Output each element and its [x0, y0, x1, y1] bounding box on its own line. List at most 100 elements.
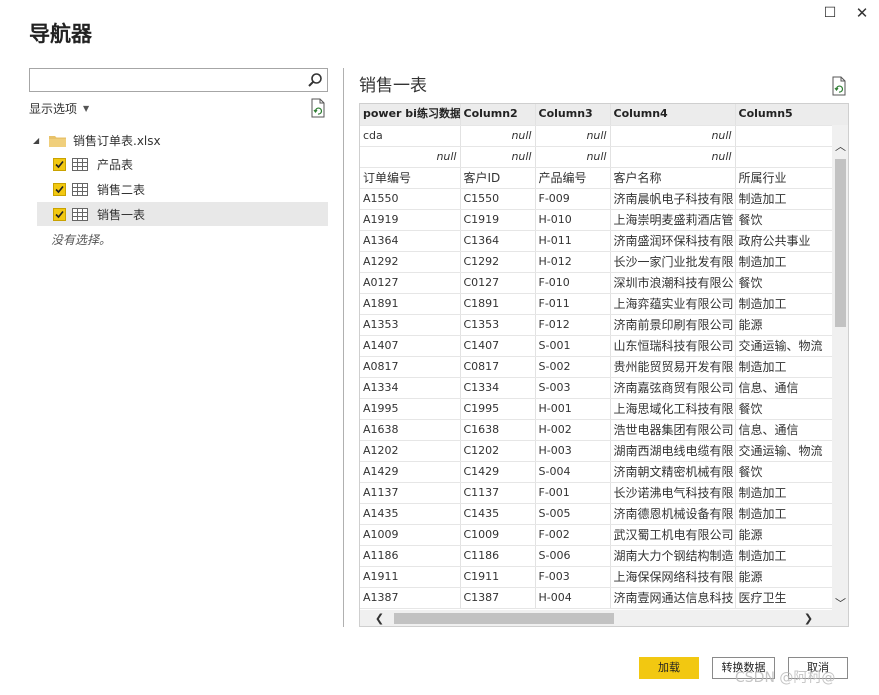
- tree-item-label: 销售一表: [97, 207, 146, 222]
- display-options-dropdown[interactable]: 显示选项 ▼: [29, 100, 89, 117]
- table-cell: 交通运输、物流: [735, 440, 832, 462]
- table-cell: H-001: [535, 398, 611, 420]
- chevron-down-icon: ▼: [83, 104, 90, 113]
- table-cell: null: [610, 125, 736, 147]
- search-input[interactable]: [30, 69, 300, 91]
- column-header[interactable]: Column2: [460, 104, 536, 126]
- table-cell: 山东恒瑞科技有限公司: [610, 335, 736, 357]
- vertical-scroll-thumb[interactable]: [835, 159, 846, 327]
- table-cell: A1202: [360, 440, 461, 462]
- table-cell: S-005: [535, 503, 611, 525]
- table-row: A1387 C1387 H-004 济南壹网通达信息科技 医疗卫生: [360, 587, 832, 609]
- table-cell: C1911: [460, 566, 536, 588]
- table-cell: H-003: [535, 440, 611, 462]
- vertical-scrollbar[interactable]: ︿ ﹀: [832, 125, 848, 610]
- table-cell: 政府公共事业: [735, 230, 832, 252]
- horizontal-scroll-thumb[interactable]: [394, 613, 614, 624]
- column-header[interactable]: Column4: [610, 104, 736, 126]
- table-row: A1435 C1435 S-005 济南德恩机械设备有限 制造加工: [360, 503, 832, 525]
- table-cell: [735, 146, 832, 168]
- table-cell: H-011: [535, 230, 611, 252]
- scroll-up-icon[interactable]: ︿: [832, 138, 848, 155]
- folder-icon: [49, 135, 66, 147]
- load-button[interactable]: 加载: [639, 657, 699, 679]
- table-cell: A1435: [360, 503, 461, 525]
- table-cell: null: [610, 146, 736, 168]
- table-icon: [72, 207, 88, 221]
- table-cell: C1137: [460, 482, 536, 504]
- tree-root-file[interactable]: ◢ 销售订单表.xlsx: [33, 131, 161, 149]
- table-cell: A1137: [360, 482, 461, 504]
- table-cell: F-009: [535, 188, 611, 210]
- table-cell: 能源: [735, 314, 832, 336]
- table-row: A1186 C1186 S-006 湖南大力个钢结构制造 制造加工: [360, 545, 832, 567]
- table-cell: A1334: [360, 377, 461, 399]
- table-cell: C1186: [460, 545, 536, 567]
- table-cell: C1995: [460, 398, 536, 420]
- table-cell: 能源: [735, 566, 832, 588]
- table-cell: F-012: [535, 314, 611, 336]
- table-cell: A1638: [360, 419, 461, 441]
- table-row: A0817 C0817 S-002 贵州能贸贸易开发有限 制造加工: [360, 356, 832, 378]
- search-box[interactable]: [29, 68, 328, 92]
- table-cell: A0127: [360, 272, 461, 294]
- table-cell: F-010: [535, 272, 611, 294]
- collapse-triangle-icon[interactable]: ◢: [33, 136, 43, 145]
- table-cell: 制造加工: [735, 356, 832, 378]
- display-options-label: 显示选项: [29, 102, 78, 116]
- table-cell: 餐饮: [735, 398, 832, 420]
- column-header[interactable]: Column5: [735, 104, 832, 126]
- table-row: cda null null null: [360, 125, 832, 147]
- table-cell: A1911: [360, 566, 461, 588]
- table-row: A1292 C1292 H-012 长沙一家门业批发有限 制造加工: [360, 251, 832, 273]
- table-cell: A1364: [360, 230, 461, 252]
- preview-grid[interactable]: power bi练习数据 Column2 Column3 Column4 Column5…: [359, 103, 849, 627]
- table-row: A1009 C1009 F-002 武汉蜀工机电有限公司 能源: [360, 524, 832, 546]
- refresh-icon[interactable]: [830, 76, 848, 96]
- table-cell: A1009: [360, 524, 461, 546]
- table-icon: [72, 157, 88, 171]
- checkbox[interactable]: [53, 207, 66, 221]
- table-cell: 医疗卫生: [735, 587, 832, 609]
- tree-item-product-table[interactable]: 产品表: [37, 152, 328, 176]
- checkmark-icon: [55, 185, 64, 193]
- table-cell: 制造加工: [735, 251, 832, 273]
- table-cell: 济南前景印刷有限公司: [610, 314, 736, 336]
- dialog-title: 导航器: [29, 22, 92, 46]
- search-icon[interactable]: [307, 72, 323, 88]
- table-cell: 能源: [735, 524, 832, 546]
- table-cell: A1429: [360, 461, 461, 483]
- maximize-icon[interactable]: ☐: [821, 4, 839, 22]
- checkbox[interactable]: [53, 157, 66, 171]
- table-cell: 上海思域化工科技有限: [610, 398, 736, 420]
- table-cell: C1202: [460, 440, 536, 462]
- table-cell: null: [460, 125, 536, 147]
- table-row: A1891 C1891 F-011 上海弈蕴实业有限公司 制造加工: [360, 293, 832, 315]
- table-row: 订单编号 客户ID 产品编号 客户名称 所属行业: [360, 167, 832, 189]
- table-cell: 济南嘉弦商贸有限公司: [610, 377, 736, 399]
- table-cell: null: [535, 125, 611, 147]
- checkmark-icon: [55, 210, 64, 218]
- column-header[interactable]: power bi练习数据: [360, 104, 461, 126]
- table-cell: 客户ID: [460, 167, 536, 189]
- table-cell: C1334: [460, 377, 536, 399]
- tree-item-sales-table-2[interactable]: 销售二表: [37, 177, 328, 201]
- checkmark-icon: [55, 160, 64, 168]
- checkbox[interactable]: [53, 182, 66, 196]
- column-header[interactable]: Column3: [535, 104, 611, 126]
- table-row: A1202 C1202 H-003 湖南西湖电线电缆有限 交通运输、物流: [360, 440, 832, 462]
- table-row: A1919 C1919 H-010 上海崇明麦盛莉酒店管 餐饮: [360, 209, 832, 231]
- table-cell: null: [460, 146, 536, 168]
- horizontal-scrollbar[interactable]: ❮ ❯: [360, 610, 848, 626]
- refresh-icon[interactable]: [309, 98, 327, 118]
- table-cell: 制造加工: [735, 293, 832, 315]
- scroll-right-icon[interactable]: ❯: [800, 610, 817, 626]
- panel-divider: [343, 68, 344, 627]
- table-cell: A1891: [360, 293, 461, 315]
- table-cell: F-002: [535, 524, 611, 546]
- close-icon[interactable]: ✕: [853, 4, 871, 22]
- scroll-left-icon[interactable]: ❮: [371, 610, 388, 626]
- tree-item-sales-table-1[interactable]: 销售一表: [37, 202, 328, 226]
- table-cell: 信息、通信: [735, 377, 832, 399]
- table-cell: 深圳市浪潮科技有限公: [610, 272, 736, 294]
